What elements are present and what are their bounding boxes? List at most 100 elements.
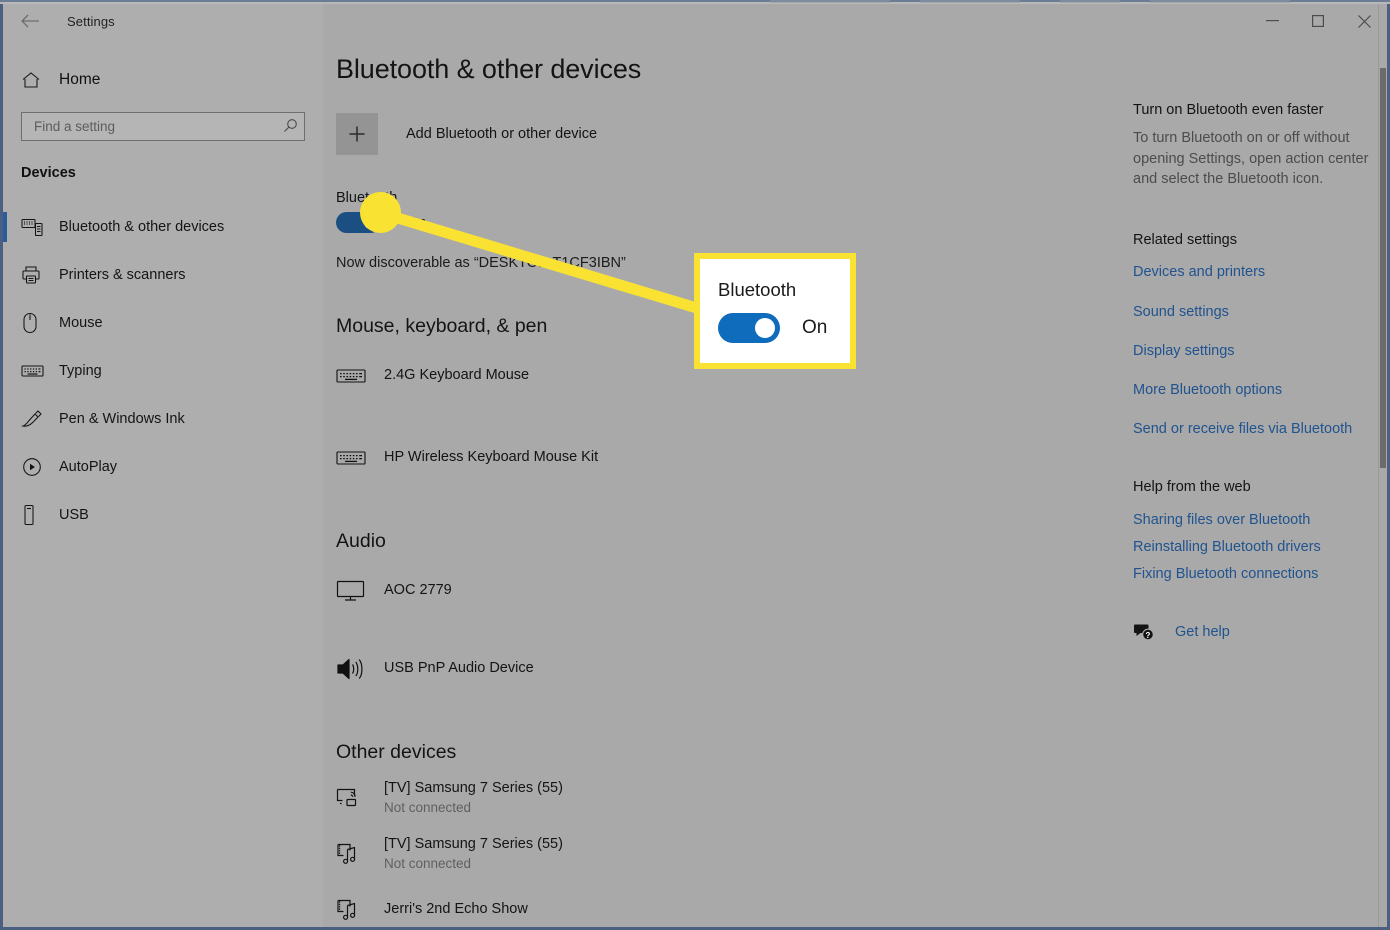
- device-text: Jerri's 2nd Echo Show: [384, 900, 528, 920]
- device-text: USB PnP Audio Device: [384, 659, 534, 679]
- search-input-wrapper[interactable]: [21, 112, 305, 141]
- get-help-button[interactable]: ? Get help: [1133, 622, 1369, 642]
- sidebar: Settings Home Devices: [3, 4, 323, 927]
- scrollbar-thumb[interactable]: [1380, 68, 1386, 468]
- group-title: Audio: [336, 530, 386, 552]
- list-item[interactable]: USB PnP Audio Device: [336, 649, 1119, 689]
- autoplay-icon: [21, 455, 47, 479]
- maximize-button[interactable]: [1295, 4, 1341, 38]
- list-item[interactable]: [TV] Samsung 7 Series (55) Not connected: [336, 778, 1119, 818]
- scrollbar-track[interactable]: [1378, 4, 1387, 927]
- device-text: HP Wireless Keyboard Mouse Kit: [384, 448, 598, 468]
- link-devices-and-printers[interactable]: Devices and printers: [1133, 264, 1369, 280]
- sidebar-item-label: Printers & scanners: [59, 267, 186, 283]
- speaker-icon: [336, 656, 380, 682]
- link-more-bluetooth-options[interactable]: More Bluetooth options: [1133, 382, 1369, 398]
- close-button[interactable]: [1341, 4, 1387, 38]
- search-icon[interactable]: [283, 118, 298, 136]
- list-item[interactable]: HP Wireless Keyboard Mouse Kit: [336, 438, 1119, 478]
- device-text: [TV] Samsung 7 Series (55) Not connected: [384, 835, 563, 873]
- sidebar-item-printers-scanners[interactable]: Printers & scanners: [3, 251, 323, 299]
- link-send-receive-files-bluetooth[interactable]: Send or receive files via Bluetooth: [1133, 421, 1369, 437]
- mouse-icon: [21, 311, 47, 335]
- callout-state-label: On: [802, 317, 828, 338]
- settings-content: Bluetooth & other devices Add Bluetooth …: [323, 4, 1119, 927]
- annotation-callout-box: Bluetooth On: [694, 253, 856, 369]
- sidebar-item-typing[interactable]: Typing: [3, 347, 323, 395]
- back-arrow-icon[interactable]: [15, 6, 45, 36]
- link-fixing-bluetooth-connections[interactable]: Fixing Bluetooth connections: [1133, 566, 1369, 582]
- callout-toggle-row: On: [718, 313, 850, 343]
- link-sharing-files-over-bluetooth[interactable]: Sharing files over Bluetooth: [1133, 512, 1369, 528]
- keyboard-icon: [21, 359, 47, 383]
- list-item[interactable]: AOC 2779: [336, 571, 1119, 611]
- add-device-label: Add Bluetooth or other device: [406, 126, 598, 142]
- sidebar-item-label: AutoPlay: [59, 459, 118, 475]
- add-bluetooth-device-button[interactable]: Add Bluetooth or other device: [336, 113, 1119, 155]
- svg-text:?: ?: [1146, 631, 1151, 640]
- cast-display-icon: [336, 786, 380, 810]
- link-reinstalling-bluetooth-drivers[interactable]: Reinstalling Bluetooth drivers: [1133, 539, 1369, 555]
- media-device-icon: [336, 897, 380, 923]
- main-area: Bluetooth & other devices Add Bluetooth …: [323, 4, 1387, 927]
- sidebar-item-label: Mouse: [59, 315, 103, 331]
- tip-title: Turn on Bluetooth even faster: [1133, 102, 1324, 118]
- list-item[interactable]: [TV] Samsung 7 Series (55) Not connected: [336, 834, 1119, 874]
- device-name: HP Wireless Keyboard Mouse Kit: [384, 449, 599, 466]
- sidebar-item-autoplay[interactable]: AutoPlay: [3, 443, 323, 491]
- printer-icon: [21, 263, 47, 287]
- sidebar-item-home[interactable]: Home: [3, 60, 323, 100]
- device-name: AOC 2779: [384, 582, 452, 599]
- media-device-icon: [336, 841, 380, 867]
- bluetooth-label: Bluetooth: [336, 190, 1119, 206]
- device-text: [TV] Samsung 7 Series (55) Not connected: [384, 779, 563, 817]
- right-info-panel: Turn on Bluetooth even faster To turn Bl…: [1119, 4, 1387, 927]
- device-group-audio: Audio AOC 2779 USB PnP Audio Device: [336, 530, 1119, 689]
- link-display-settings[interactable]: Display settings: [1133, 343, 1369, 359]
- sidebar-item-label: USB: [59, 507, 89, 523]
- device-name: [TV] Samsung 7 Series (55): [384, 780, 563, 797]
- related-settings-title: Related settings: [1133, 231, 1237, 248]
- monitor-icon: [336, 579, 380, 603]
- active-indicator: [3, 212, 7, 242]
- search-input[interactable]: [32, 118, 283, 135]
- annotation-highlight-dot: [360, 192, 401, 233]
- usb-icon: [21, 503, 47, 527]
- sidebar-nav-list: Bluetooth & other devices Printers & sca…: [3, 203, 323, 539]
- device-status: Not connected: [384, 855, 472, 871]
- pen-icon: [21, 407, 47, 431]
- get-help-label: Get help: [1175, 623, 1230, 640]
- bluetooth-state-label: On: [407, 214, 427, 231]
- related-settings-section: Related settings Devices and printers So…: [1133, 232, 1369, 437]
- settings-window: Settings Home Devices: [0, 4, 1390, 930]
- device-name: [TV] Samsung 7 Series (55): [384, 836, 563, 853]
- bluetooth-toggle-row: On: [336, 212, 1119, 233]
- callout-toggle-knob: [755, 318, 775, 338]
- minimize-button[interactable]: [1249, 4, 1295, 38]
- window-titlebar-left: Settings: [3, 4, 323, 38]
- link-sound-settings[interactable]: Sound settings: [1133, 304, 1369, 320]
- list-item[interactable]: Jerri's 2nd Echo Show: [336, 890, 1119, 927]
- sidebar-item-mouse[interactable]: Mouse: [3, 299, 323, 347]
- keyboard-icon: [336, 366, 380, 386]
- sidebar-item-label: Pen & Windows Ink: [59, 411, 185, 427]
- home-icon: [21, 71, 47, 89]
- device-name: USB PnP Audio Device: [384, 660, 534, 677]
- sidebar-section-header: Devices: [21, 165, 76, 181]
- plus-icon: [336, 113, 378, 155]
- help-from-web-title: Help from the web: [1133, 478, 1251, 495]
- sidebar-item-pen-windows-ink[interactable]: Pen & Windows Ink: [3, 395, 323, 443]
- device-status: Not connected: [384, 799, 472, 815]
- bluetooth-devices-icon: [21, 215, 47, 239]
- callout-bluetooth-toggle: [718, 313, 780, 343]
- window-controls: [1249, 4, 1387, 38]
- device-text: AOC 2779: [384, 581, 452, 601]
- device-group-other-devices: Other devices [TV] Samsung 7 Series (55)…: [336, 741, 1119, 927]
- sidebar-item-bluetooth-other-devices[interactable]: Bluetooth & other devices: [3, 203, 323, 251]
- window-title: Settings: [67, 13, 115, 29]
- tip-body: To turn Bluetooth on or off without open…: [1133, 130, 1369, 188]
- page-title: Bluetooth & other devices: [336, 54, 642, 84]
- question-bubble-icon: ?: [1133, 622, 1163, 642]
- sidebar-item-usb[interactable]: USB: [3, 491, 323, 539]
- group-title: Other devices: [336, 741, 457, 763]
